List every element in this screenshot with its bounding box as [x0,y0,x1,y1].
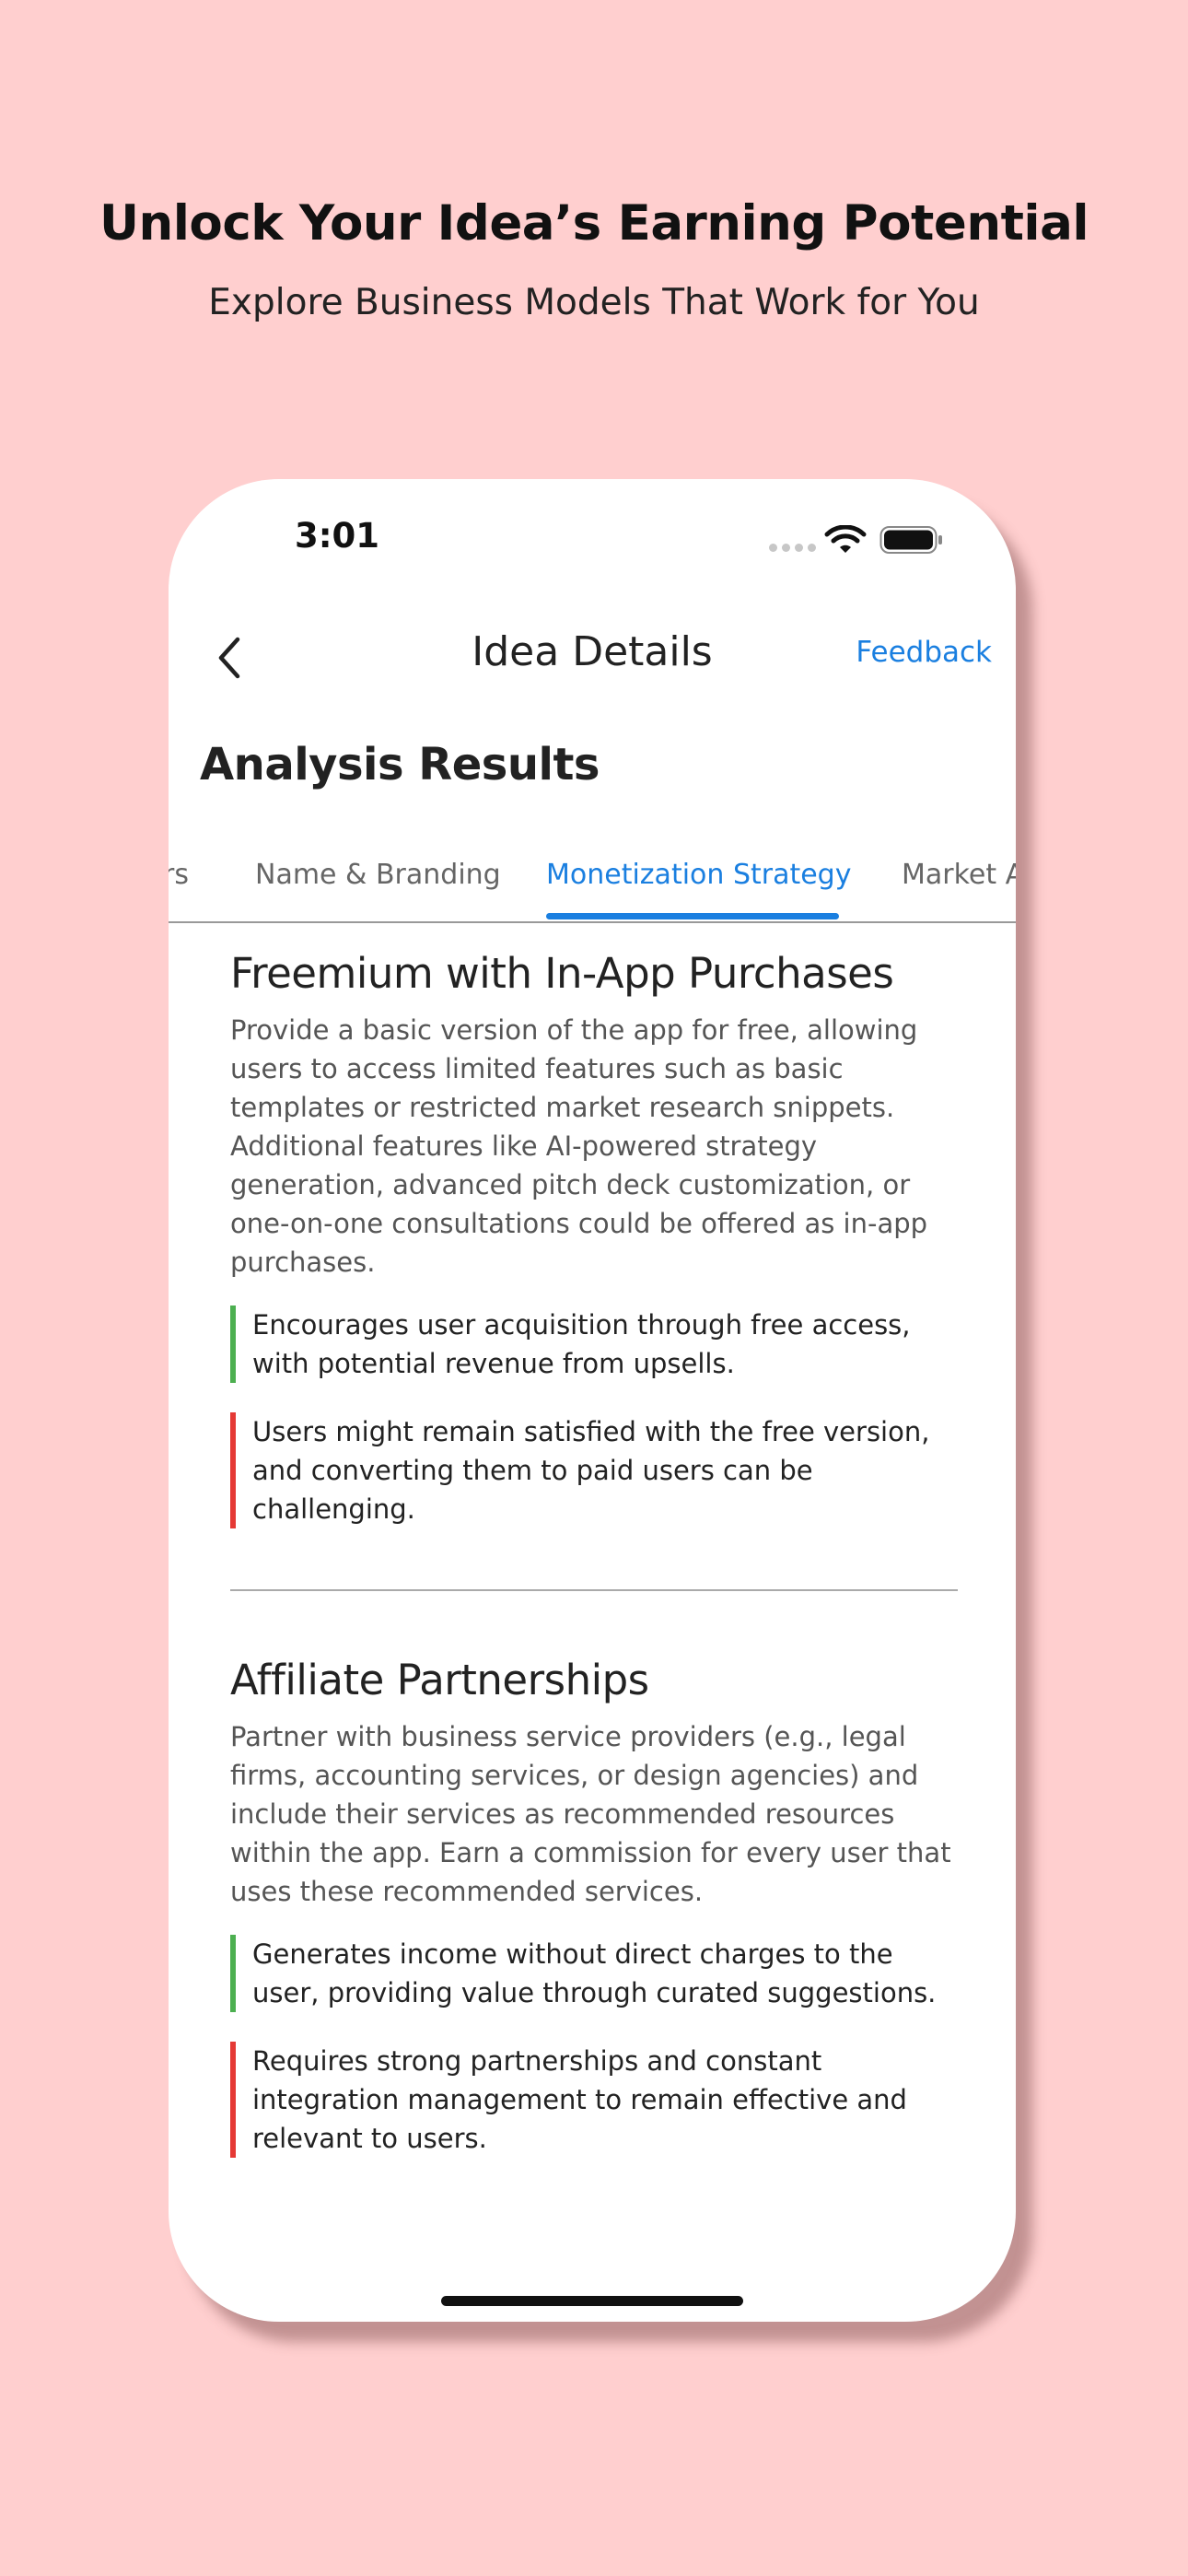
strategy-list: Freemium with In-App Purchases Provide a… [230,949,958,2187]
strategy-pro: Encourages user acquisition through free… [230,1306,958,1383]
status-time: 3:01 [295,516,380,556]
wifi-icon [824,525,867,553]
tab-bar: rs Name & Branding Monetization Strategy… [169,848,1016,923]
tab-name-branding[interactable]: Name & Branding [255,859,501,891]
phone-frame: 3:01 Idea Details Feedback Analysis Resu… [169,479,1016,2322]
tab-previous[interactable]: rs [169,859,189,891]
feedback-button[interactable]: Feedback [856,636,992,669]
strategy-con: Requires strong partnerships and constan… [230,2042,958,2158]
divider [230,1589,958,1591]
page-title: Analysis Results [200,739,600,790]
strategy-description: Provide a basic version of the app for f… [230,1014,928,1278]
signal-dots-icon [769,544,816,552]
strategy-title: Freemium with In-App Purchases [230,949,894,998]
promo-subtitle: Explore Business Models That Work for Yo… [208,282,980,323]
home-indicator [441,2296,743,2306]
strategy-con: Users might remain satisfied with the fr… [230,1412,958,1528]
battery-icon [879,526,942,554]
tab-market-analysis[interactable]: Market A [902,859,1016,891]
strategy-description: Partner with business service providers … [230,1721,951,1907]
strategy-card: Affiliate Partnerships Partner with busi… [230,1656,958,2158]
strategy-card: Freemium with In-App Purchases Provide a… [230,949,958,1528]
promo-title: Unlock Your Idea’s Earning Potential [99,195,1089,252]
tab-monetization-strategy[interactable]: Monetization Strategy [546,859,851,891]
strategy-pro: Generates income without direct charges … [230,1935,958,2012]
strategy-title: Affiliate Partnerships [230,1656,649,1704]
active-tab-indicator [546,913,839,919]
